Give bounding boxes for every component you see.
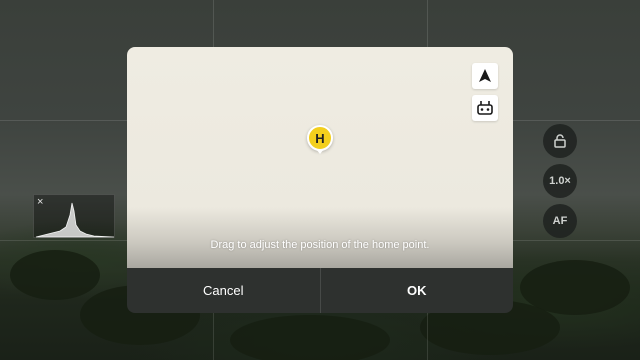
histogram-panel: × — [33, 194, 115, 238]
dialog-hint-text: Drag to adjust the position of the home … — [210, 239, 430, 251]
feed-foliage — [10, 250, 100, 300]
histogram-graph — [35, 202, 115, 238]
cancel-button[interactable]: Cancel — [127, 268, 320, 313]
remote-controller-icon[interactable] — [472, 95, 498, 121]
map-view[interactable]: H Drag to adjust the position of the hom… — [127, 47, 513, 268]
zoom-button[interactable]: 1.0× — [543, 164, 577, 198]
ok-button[interactable]: OK — [321, 268, 514, 313]
feed-foliage — [230, 315, 390, 360]
home-point-marker[interactable]: H — [307, 125, 333, 151]
home-point-marker-tail — [316, 149, 324, 154]
home-point-dialog: H Drag to adjust the position of the hom… — [127, 47, 513, 313]
camera-view: × 1.0× AF H Drag to adjust the position … — [0, 0, 640, 360]
autofocus-button[interactable]: AF — [543, 204, 577, 238]
dialog-footer: Cancel OK — [127, 268, 513, 313]
lock-icon[interactable] — [543, 124, 577, 158]
navigation-arrow-icon[interactable] — [472, 63, 498, 89]
